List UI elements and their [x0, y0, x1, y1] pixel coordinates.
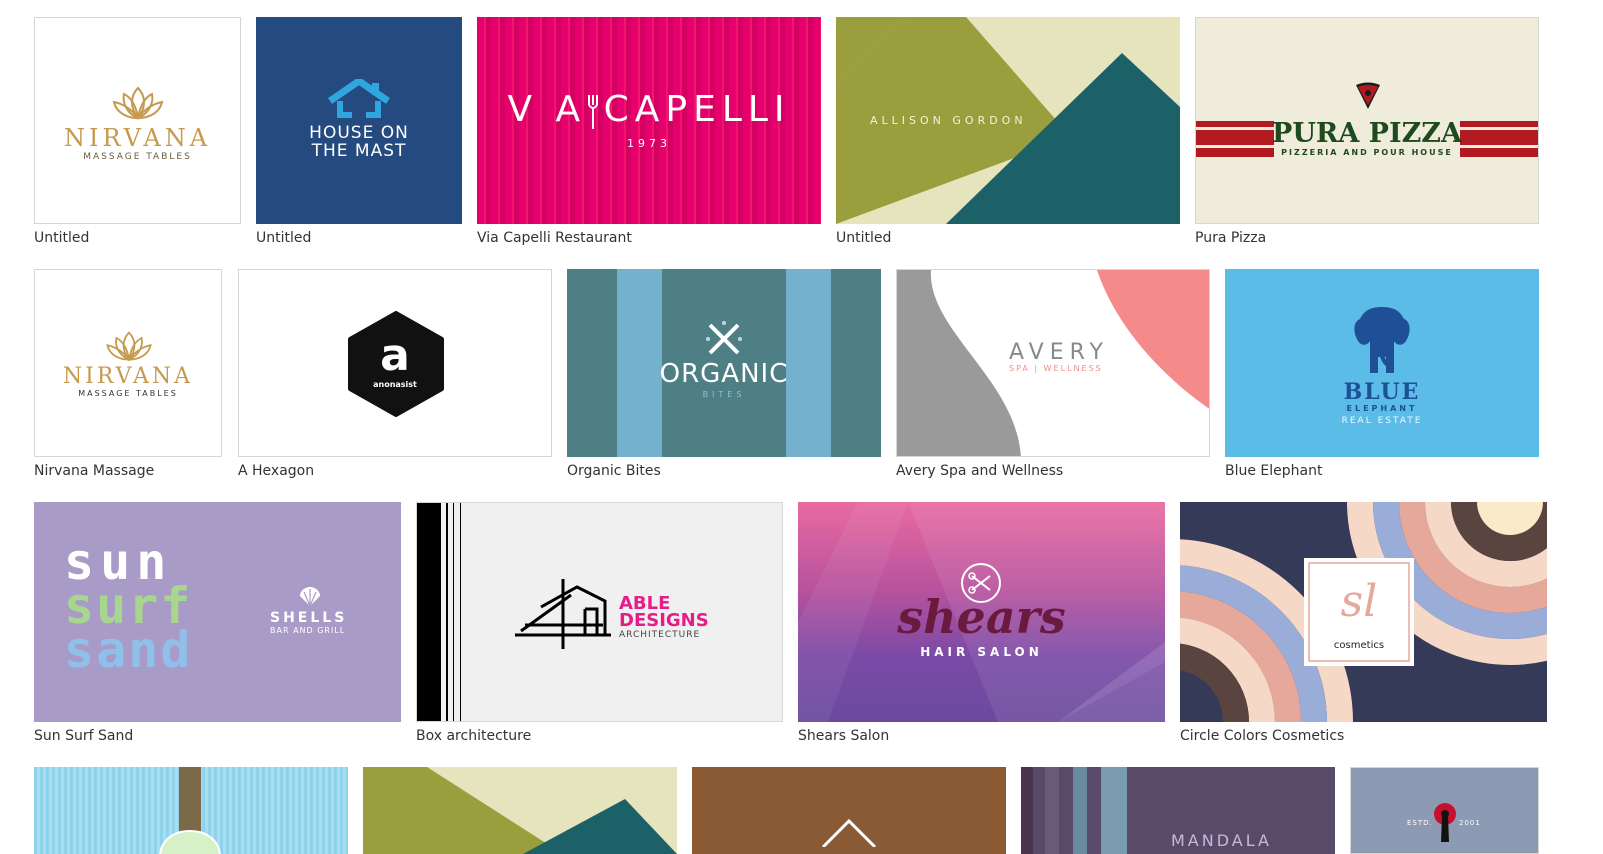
logo-tagline: BAR AND GRILL: [270, 626, 346, 635]
template-caption[interactable]: Untitled: [836, 230, 891, 246]
template-card-house-on-mast[interactable]: HOUSE ON THE MAST: [256, 17, 462, 224]
elephant-icon: [1354, 307, 1410, 373]
stripe: [1045, 767, 1059, 854]
logo-tagline: cosmetics: [1333, 640, 1385, 651]
template-caption[interactable]: Circle Colors Cosmetics: [1180, 728, 1344, 744]
side-bars: [417, 503, 441, 721]
logo-tagline: PIZZERIA AND POUR HOUSE: [1281, 148, 1453, 157]
template-caption[interactable]: Nirvana Massage: [34, 463, 154, 479]
logo-tagline: HAIR SALON: [920, 645, 1043, 659]
side-line: [453, 503, 454, 721]
template-card-brown[interactable]: [692, 767, 1006, 854]
diamond-icon: [821, 818, 877, 847]
template-card-stripes[interactable]: MANDALA: [1021, 767, 1335, 854]
year-text: 2001: [1459, 819, 1481, 827]
fork-knife-icon: [706, 321, 742, 355]
side-line: [446, 503, 448, 721]
template-card-nirvana-massage[interactable]: NIRVANA MASSAGE TABLES: [34, 269, 222, 457]
template-caption[interactable]: Blue Elephant: [1225, 463, 1322, 479]
template-caption[interactable]: Shears Salon: [798, 728, 889, 744]
template-caption[interactable]: Avery Spa and Wellness: [896, 463, 1063, 479]
logo-text: NIRVANA: [62, 364, 194, 389]
side-line: [460, 503, 461, 721]
template-card-avery-spa[interactable]: AVERY SPA | WELLNESS: [896, 269, 1210, 457]
logo-text: ALLISON GORDON: [870, 114, 1027, 127]
logo-text: BLUE: [1343, 379, 1421, 405]
stripe: [1101, 767, 1127, 854]
mountains-graphic: [363, 767, 677, 854]
lotus-icon: [112, 86, 164, 120]
logo-text: AVERY: [1009, 340, 1109, 365]
template-card-allison-gordon[interactable]: ALLISON GORDON: [836, 17, 1180, 224]
template-card-cupcake[interactable]: [34, 767, 348, 854]
lotus-icon: [106, 331, 152, 362]
template-card-blue-elephant[interactable]: BLUE ELEPHANT REAL ESTATE: [1225, 269, 1539, 457]
template-caption[interactable]: Box architecture: [416, 728, 531, 744]
logo-line-3: REAL ESTATE: [1341, 416, 1423, 426]
template-caption[interactable]: Pura Pizza: [1195, 230, 1266, 246]
logo-year: 1973: [627, 137, 671, 150]
logo-line-2: ELEPHANT: [1346, 404, 1418, 413]
logo-tagline: MASSAGE TABLES: [83, 152, 192, 162]
logo-text: V A CAPELLI: [507, 89, 791, 130]
logo-text: anonasist: [373, 380, 417, 389]
estd-text: ESTD.: [1407, 819, 1433, 827]
pizza-icon: [1356, 82, 1380, 109]
template-caption[interactable]: Sun Surf Sand: [34, 728, 133, 744]
logo-text: NIRVANA: [63, 124, 212, 152]
logo-text: PURA PIZZA: [1272, 118, 1462, 149]
template-card-via-capelli[interactable]: V A CAPELLI 1973: [477, 17, 821, 224]
template-card-circle-colors[interactable]: sl cosmetics: [1180, 502, 1547, 722]
keyhole-icon: [1434, 803, 1456, 842]
logo-line-2: DESIGNS: [619, 610, 709, 631]
shell-icon: [300, 587, 320, 607]
logo-text: ORGANIC: [659, 359, 789, 389]
template-card-nirvana[interactable]: NIRVANA MASSAGE TABLES: [34, 17, 241, 224]
logo-tagline: BITES: [702, 390, 746, 399]
logo-tagline: SPA | WELLNESS: [1009, 364, 1103, 373]
template-card-hexagon[interactable]: a anonasist: [238, 269, 552, 457]
template-card-keyhole[interactable]: ESTD. 2001: [1350, 767, 1539, 854]
template-card-pura-pizza[interactable]: PURA PIZZA PIZZERIA AND POUR HOUSE: [1195, 17, 1539, 224]
template-card-organic-bites[interactable]: ORGANIC BITES: [567, 269, 881, 457]
logo-text: shears: [897, 590, 1066, 644]
logo-line-3: sand: [64, 621, 193, 679]
template-caption[interactable]: A Hexagon: [238, 463, 314, 479]
card-text: MANDALA: [1171, 831, 1272, 850]
template-card-shears-salon[interactable]: shears HAIR SALON: [798, 502, 1165, 722]
template-card-mountains-2[interactable]: [363, 767, 677, 854]
template-caption[interactable]: Organic Bites: [567, 463, 661, 479]
stripe: [1021, 767, 1033, 854]
logo-tagline: ARCHITECTURE: [619, 630, 701, 640]
logo-tagline: MASSAGE TABLES: [78, 389, 178, 398]
logo-text: SHELLS: [270, 610, 348, 626]
logo-line-1: HOUSE ON: [309, 123, 409, 143]
logo-line-2: THE MAST: [311, 141, 407, 161]
house-icon: [328, 79, 390, 118]
cupcake-icon: [159, 829, 221, 854]
template-caption[interactable]: Untitled: [34, 230, 89, 246]
template-caption[interactable]: Untitled: [256, 230, 311, 246]
house-outline-icon: [515, 579, 611, 649]
fork-icon: [588, 95, 598, 129]
logo-letter: a: [380, 330, 410, 381]
stripe: [1073, 767, 1087, 854]
template-card-box-architecture[interactable]: ABLE DESIGNS ARCHITECTURE: [416, 502, 783, 722]
template-card-sun-surf-sand[interactable]: sun surf sand SHELLS BAR AND GRILL: [34, 502, 401, 722]
template-caption[interactable]: Via Capelli Restaurant: [477, 230, 632, 246]
logo-text: sl: [1340, 576, 1378, 627]
